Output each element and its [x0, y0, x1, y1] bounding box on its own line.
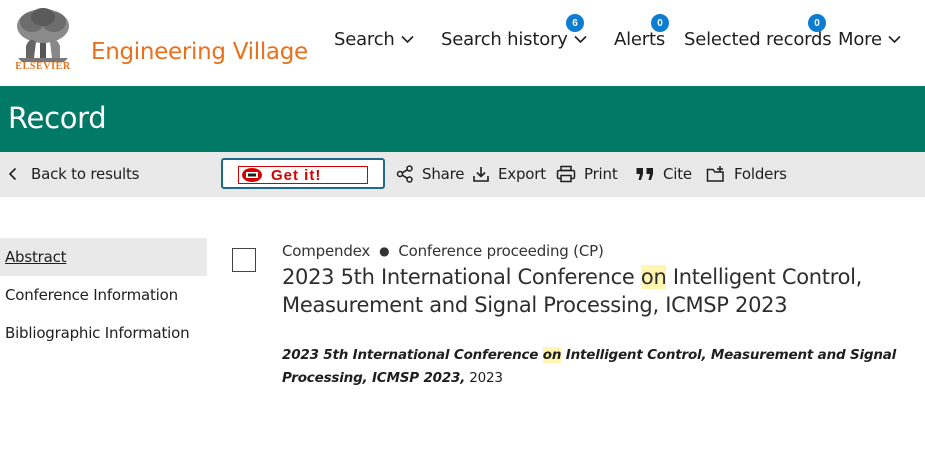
nav-selected-records-label: Selected records — [684, 29, 832, 50]
export-button[interactable]: Export — [472, 165, 546, 183]
share-button[interactable]: Share — [396, 165, 464, 183]
get-it-label: Get it! — [271, 166, 322, 184]
sidenav-item-abstract[interactable]: Abstract — [0, 238, 207, 276]
print-button[interactable]: Print — [556, 165, 618, 183]
get-it-button[interactable]: Get it! — [221, 158, 385, 189]
record-title: 2023 5th International Conference on Int… — [282, 263, 922, 319]
record-meta: Compendex ● Conference proceeding (CP) — [282, 242, 604, 260]
sidenav-item-bibliographic-information[interactable]: Bibliographic Information — [0, 314, 207, 352]
nav-selected-records[interactable]: Selected records — [684, 29, 832, 50]
nav-more[interactable]: More — [838, 29, 901, 50]
elsevier-logo[interactable]: ELSEVIER — [10, 6, 76, 74]
folder-add-icon — [706, 166, 724, 182]
print-label: Print — [584, 165, 618, 183]
source-title-part: 2023 5th International Conference — [282, 347, 543, 363]
nav-search[interactable]: Search — [334, 29, 414, 50]
cite-label: Cite — [663, 165, 692, 183]
export-label: Export — [498, 165, 546, 183]
nav-search-history-label: Search history — [441, 29, 568, 50]
chevron-down-icon — [888, 35, 901, 44]
record-toolbar: Back to results Get it! Share Export Pri… — [0, 152, 925, 197]
cite-button[interactable]: Cite — [635, 165, 692, 183]
share-label: Share — [422, 165, 465, 183]
search-term-highlight: on — [542, 347, 562, 363]
alerts-badge: 0 — [651, 14, 669, 32]
quote-icon — [636, 168, 653, 180]
source-year: 2023 — [465, 370, 503, 386]
nav-more-label: More — [838, 29, 882, 50]
select-record-checkbox[interactable] — [232, 248, 256, 272]
chevron-down-icon — [574, 35, 587, 44]
sidenav-item-conference-information[interactable]: Conference Information — [0, 276, 207, 314]
database-name: Compendex — [282, 242, 371, 260]
library-logo-icon — [242, 168, 262, 182]
top-header: ELSEVIER Engineering Village Search Sear… — [0, 0, 925, 86]
folders-label: Folders — [734, 165, 787, 183]
selected-records-badge: 0 — [808, 14, 826, 32]
folders-button[interactable]: Folders — [706, 165, 787, 183]
nav-search-label: Search — [334, 29, 395, 50]
brand-name[interactable]: Engineering Village — [91, 39, 308, 65]
page-title: Record — [8, 101, 107, 135]
download-icon — [473, 167, 489, 182]
back-to-results-link[interactable]: Back to results — [8, 165, 139, 183]
nav-search-history[interactable]: Search history — [441, 29, 587, 50]
separator-dot: ● — [379, 244, 390, 258]
chevron-left-icon — [8, 167, 17, 181]
nav-alerts[interactable]: Alerts — [614, 29, 665, 50]
back-to-results-label: Back to results — [31, 165, 140, 183]
record-section-nav: Abstract Conference Information Bibliogr… — [0, 238, 207, 352]
record-title-part: 2023 5th International Conference — [282, 265, 641, 289]
document-type: Conference proceeding (CP) — [398, 242, 604, 260]
record-source: 2023 5th International Conference on Int… — [282, 344, 922, 390]
chevron-down-icon — [401, 35, 414, 44]
elsevier-wordmark: ELSEVIER — [15, 61, 71, 72]
nav-alerts-label: Alerts — [614, 29, 666, 50]
search-term-highlight: on — [640, 265, 667, 289]
search-history-badge: 6 — [566, 14, 584, 32]
page-title-band: Record — [0, 86, 925, 152]
share-icon — [396, 165, 413, 183]
get-it-image: Get it! — [238, 166, 368, 184]
printer-icon — [556, 165, 576, 183]
